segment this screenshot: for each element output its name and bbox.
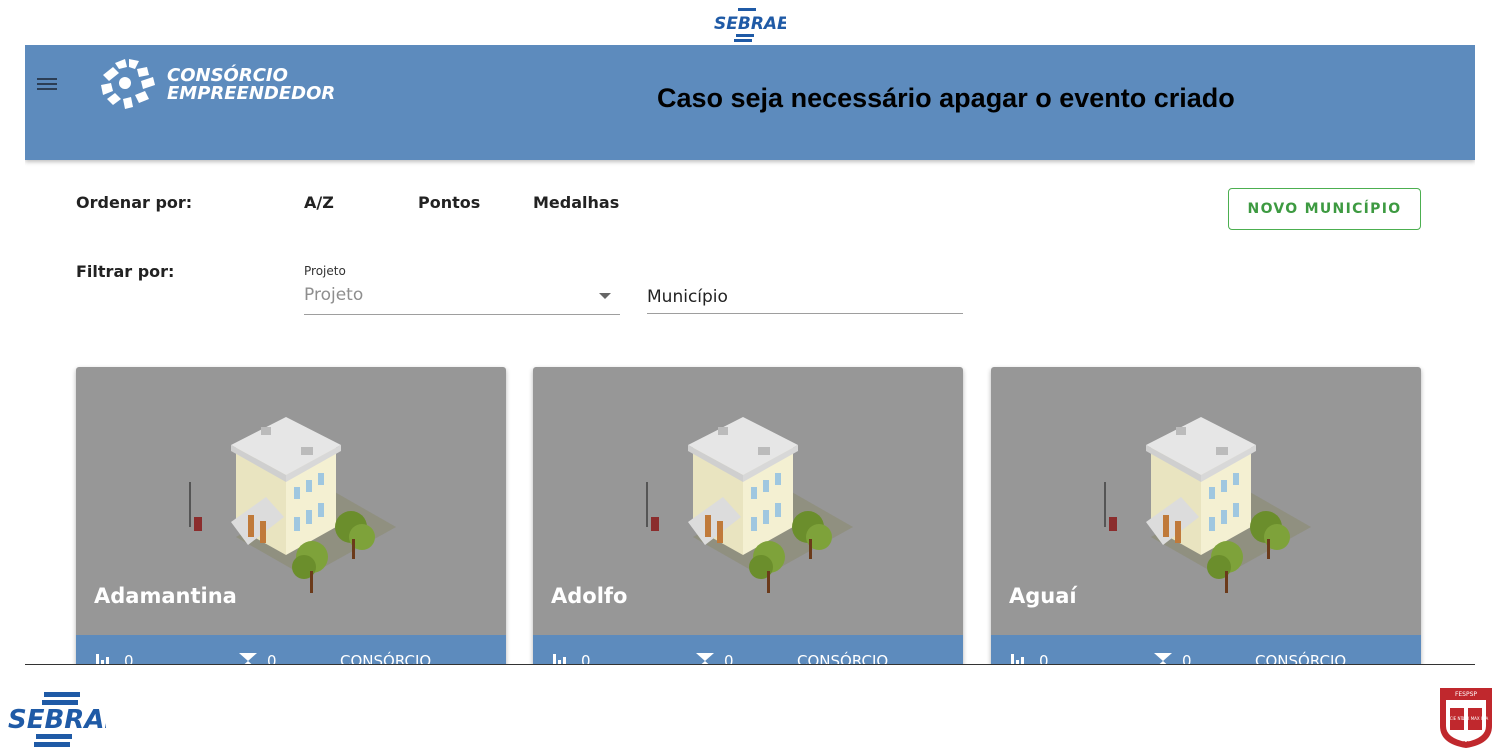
building-illustration (1091, 387, 1321, 607)
project-select-value: Projeto (304, 285, 364, 305)
brand-line2: EMPREENDEDOR (167, 83, 336, 104)
time-value: 0 (267, 652, 277, 664)
consorcio-empreendedor-logo: CONSÓRCIO EMPREENDEDOR (97, 55, 347, 115)
card-type: CONSÓRCIO (340, 652, 432, 664)
svg-text:SEBRAE: SEBRAE (8, 705, 106, 735)
municipio-field[interactable] (647, 281, 963, 315)
municipio-card[interactable]: Adamantina 0 0 CONSÓRCIO (76, 367, 506, 664)
divider (25, 664, 1475, 665)
hamburger-menu-icon[interactable] (37, 75, 61, 95)
app-window: CONSÓRCIO EMPREENDEDOR Caso seja necessá… (25, 45, 1475, 664)
card-type: CONSÓRCIO (797, 652, 889, 664)
project-select[interactable]: Projeto Projeto (304, 260, 620, 315)
rank-value: 0 (1039, 652, 1049, 664)
municipio-card[interactable]: Aguaí 0 0 CONSÓRCIO (991, 367, 1421, 664)
tutorial-caption: Caso seja necessário apagar o evento cri… (657, 83, 1235, 113)
sebrae-logo-bottom: SEBRAE (6, 690, 122, 750)
ranking-bars-icon (96, 654, 109, 664)
sort-option-az[interactable]: A/Z (304, 193, 334, 212)
svg-text:FESPSP: FESPSP (1455, 691, 1477, 698)
card-type: CONSÓRCIO (1255, 652, 1347, 664)
app-bar: CONSÓRCIO EMPREENDEDOR Caso seja necessá… (25, 45, 1475, 160)
svg-text:SEBRAE: SEBRAE (714, 14, 786, 34)
ranking-bars-icon (553, 654, 566, 664)
new-municipio-button[interactable]: NOVO MUNICÍPIO (1228, 188, 1421, 230)
card-title: Aguaí (1009, 584, 1077, 608)
municipio-input[interactable] (647, 281, 963, 314)
fespsp-seal: FESPSP SCIE NTIA LUX MAX IMA 1933 (1436, 686, 1496, 750)
municipio-card[interactable]: Adolfo 0 0 CONSÓRCIO (533, 367, 963, 664)
time-value: 0 (1182, 652, 1192, 664)
brand-emblem-icon (101, 59, 155, 109)
ranking-bars-icon (1011, 654, 1024, 664)
svg-text:LUX MAX IMA: LUX MAX IMA (1462, 716, 1489, 721)
time-value: 0 (724, 652, 734, 664)
hourglass-icon (239, 653, 257, 664)
project-select-label: Projeto (304, 264, 346, 278)
svg-text:1933: 1933 (1460, 741, 1473, 747)
card-title: Adamantina (94, 584, 237, 608)
card-footer: 0 0 CONSÓRCIO (533, 635, 963, 664)
hourglass-icon (1154, 653, 1172, 664)
rank-value: 0 (124, 652, 134, 664)
building-illustration (633, 387, 863, 607)
card-title: Adolfo (551, 584, 628, 608)
card-footer: 0 0 CONSÓRCIO (991, 635, 1421, 664)
rank-value: 0 (581, 652, 591, 664)
filter-label: Filtrar por: (76, 262, 175, 281)
sort-option-pontos[interactable]: Pontos (418, 193, 480, 212)
hourglass-icon (696, 653, 714, 664)
building-illustration (176, 387, 406, 607)
dropdown-arrow-icon (599, 293, 611, 299)
card-footer: 0 0 CONSÓRCIO (76, 635, 506, 664)
sort-option-medalhas[interactable]: Medalhas (533, 193, 619, 212)
sort-label: Ordenar por: (76, 193, 193, 212)
sebrae-logo-top: SEBRAE (712, 8, 789, 42)
